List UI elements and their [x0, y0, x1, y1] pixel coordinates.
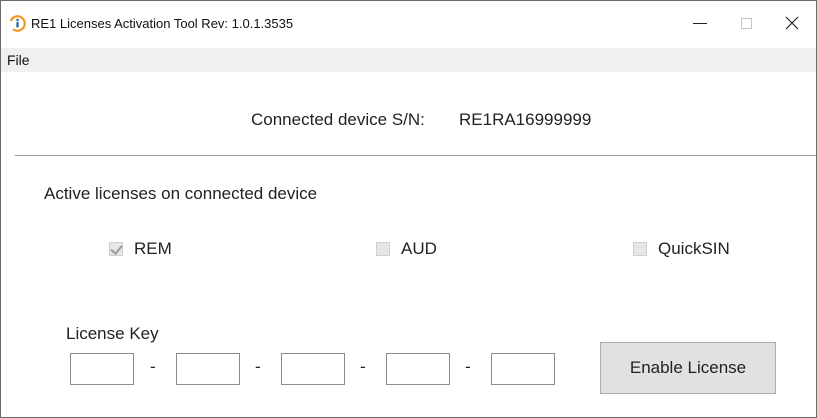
- license-key-segment-3[interactable]: [281, 353, 345, 385]
- app-logo-icon: [9, 15, 26, 32]
- close-button[interactable]: [769, 1, 815, 45]
- window-title: RE1 Licenses Activation Tool Rev: 1.0.1.…: [31, 16, 294, 31]
- key-separator: -: [360, 357, 366, 376]
- device-serial-label: Connected device S/N:: [251, 110, 425, 129]
- key-separator: -: [150, 357, 156, 376]
- maximize-icon: [740, 17, 752, 29]
- title-bar[interactable]: RE1 Licenses Activation Tool Rev: 1.0.1.…: [1, 1, 816, 45]
- app-window: RE1 Licenses Activation Tool Rev: 1.0.1.…: [0, 0, 817, 418]
- license-checkbox-aud[interactable]: AUD: [376, 238, 437, 260]
- checkbox-unchecked-icon[interactable]: [376, 242, 390, 256]
- close-icon: [785, 16, 799, 30]
- license-label-rem: REM: [134, 239, 172, 258]
- license-label-aud: AUD: [401, 239, 437, 258]
- maximize-button[interactable]: [723, 1, 769, 45]
- license-key-segment-5[interactable]: [491, 353, 555, 385]
- connected-device-row: Connected device S/N: RE1RA16999999: [1, 108, 816, 132]
- minimize-icon: [693, 22, 707, 24]
- license-checkbox-rem[interactable]: REM: [109, 238, 172, 260]
- license-key-segment-4[interactable]: [386, 353, 450, 385]
- license-label-quicksin: QuickSIN: [658, 239, 730, 258]
- minimize-button[interactable]: [677, 1, 723, 45]
- checkbox-unchecked-icon[interactable]: [633, 242, 647, 256]
- menu-file[interactable]: File: [4, 52, 33, 68]
- license-key-segment-2[interactable]: [176, 353, 240, 385]
- device-serial-value: RE1RA16999999: [459, 110, 592, 129]
- menu-bar: File: [1, 48, 816, 72]
- horizontal-divider: [15, 155, 816, 156]
- enable-license-button[interactable]: Enable License: [600, 342, 776, 394]
- checkbox-checked-icon[interactable]: [109, 242, 123, 256]
- license-checkbox-quicksin[interactable]: QuickSIN: [633, 238, 730, 260]
- key-separator: -: [465, 357, 471, 376]
- license-key-label: License Key: [66, 324, 159, 343]
- active-licenses-heading: Active licenses on connected device: [44, 184, 318, 203]
- license-key-segment-1[interactable]: [70, 353, 134, 385]
- key-separator: -: [255, 357, 261, 376]
